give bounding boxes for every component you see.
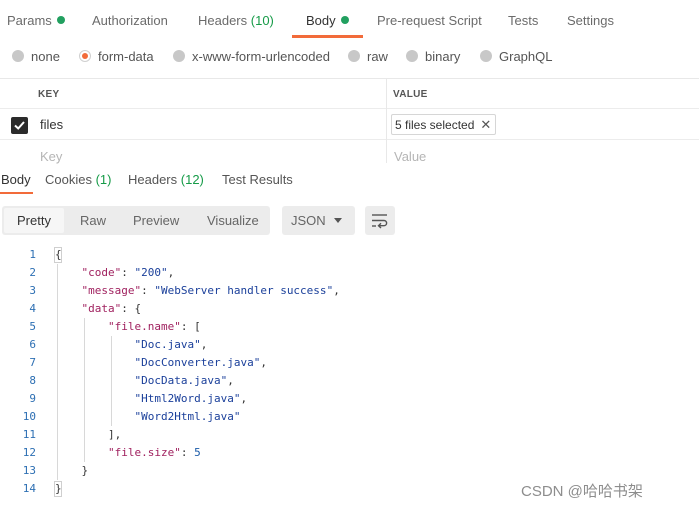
column-header-key: KEY (38, 89, 60, 100)
radio-raw[interactable]: raw (348, 49, 388, 65)
radio-x-www-form-urlencoded[interactable]: x-www-form-urlencoded (173, 49, 330, 65)
view-mode-segmented-control: Pretty Raw Preview Visualize (2, 206, 270, 235)
wrap-lines-icon (372, 214, 388, 229)
tab-response-headers[interactable]: Headers (12) (128, 172, 204, 188)
radio-selected-icon (79, 50, 91, 62)
code-line: 1{ (29, 248, 62, 261)
params-status-dot (56, 16, 65, 24)
view-mode-pretty[interactable]: Pretty (17, 213, 51, 229)
close-icon[interactable]: ✕ (480, 115, 491, 134)
tab-settings[interactable]: Settings (567, 13, 614, 29)
wrap-lines-button[interactable] (365, 206, 395, 235)
active-response-tab-indicator (0, 192, 33, 194)
row-key-field[interactable]: files (40, 117, 63, 133)
code-line: 2 "code": "200", (29, 266, 175, 279)
radio-graphql[interactable]: GraphQL (480, 49, 552, 65)
tab-headers[interactable]: Headers (10) (198, 13, 274, 29)
new-value-input[interactable]: Value (394, 149, 426, 165)
response-body-code[interactable]: 1{ 2 "code": "200", 3 "message": "WebSer… (0, 246, 699, 498)
tab-body[interactable]: Body (306, 13, 349, 29)
format-label: JSON (291, 213, 326, 228)
radio-circle-icon (173, 50, 185, 62)
radio-circle-icon (12, 50, 24, 62)
radio-binary[interactable]: binary (406, 49, 460, 65)
radio-circle-icon (348, 50, 360, 62)
view-mode-visualize[interactable]: Visualize (207, 213, 259, 229)
body-status-dot (340, 16, 349, 24)
code-line: 4 "data": { (29, 302, 142, 315)
code-line: 8 "DocData.java", (29, 374, 234, 387)
files-selected-chip[interactable]: 5 files selected ✕ (391, 114, 497, 135)
code-line: 3 "message": "WebServer handler success"… (29, 284, 340, 297)
request-tabs: Params Authorization Headers (10) Body P… (0, 0, 699, 38)
chevron-down-icon (334, 218, 342, 223)
tab-cookies[interactable]: Cookies (1) (45, 172, 111, 188)
body-type-selector: none form-data x-www-form-urlencoded raw… (0, 40, 699, 76)
column-divider (386, 79, 387, 163)
radio-none[interactable]: none (12, 49, 60, 65)
radio-circle-icon (480, 50, 492, 62)
watermark: CSDN @哈哈书架 (521, 483, 643, 500)
tab-test-results[interactable]: Test Results (222, 172, 293, 188)
column-header-value: VALUE (393, 89, 428, 100)
checkmark-icon (14, 121, 25, 130)
table-header-row: KEY VALUE (0, 79, 699, 109)
tab-authorization[interactable]: Authorization (92, 13, 168, 29)
code-line: 6 "Doc.java", (29, 338, 208, 351)
row-enabled-checkbox[interactable] (11, 117, 28, 134)
format-dropdown[interactable]: JSON (282, 206, 355, 235)
active-tab-indicator (292, 35, 363, 38)
form-data-table: KEY VALUE files 5 files selected ✕ Key Va… (0, 78, 699, 165)
table-row: files 5 files selected ✕ (0, 109, 699, 140)
code-line: 13 } (22, 464, 89, 477)
code-line: 12 "file.size": 5 (22, 446, 201, 459)
postman-request-view: Params Authorization Headers (10) Body P… (0, 0, 699, 508)
view-mode-preview[interactable]: Preview (133, 213, 179, 229)
radio-form-data[interactable]: form-data (79, 49, 154, 65)
code-line: 7 "DocConverter.java", (29, 356, 267, 369)
code-line: 11 ], (22, 428, 122, 441)
response-tabs: Body Cookies (1) Headers (12) Test Resul… (0, 164, 699, 194)
code-line: 5 "file.name": [ (29, 320, 201, 333)
new-key-input[interactable]: Key (40, 149, 62, 165)
table-new-row: Key Value (0, 140, 699, 165)
tab-tests[interactable]: Tests (508, 13, 538, 29)
code-line: 9 "Html2Word.java", (29, 392, 248, 405)
code-line: 10 "Word2Html.java" (22, 410, 241, 423)
view-mode-raw[interactable]: Raw (80, 213, 106, 229)
tab-pre-request-script[interactable]: Pre-request Script (377, 13, 482, 29)
radio-circle-icon (406, 50, 418, 62)
tab-params[interactable]: Params (7, 13, 65, 29)
tab-response-body[interactable]: Body (1, 172, 31, 188)
